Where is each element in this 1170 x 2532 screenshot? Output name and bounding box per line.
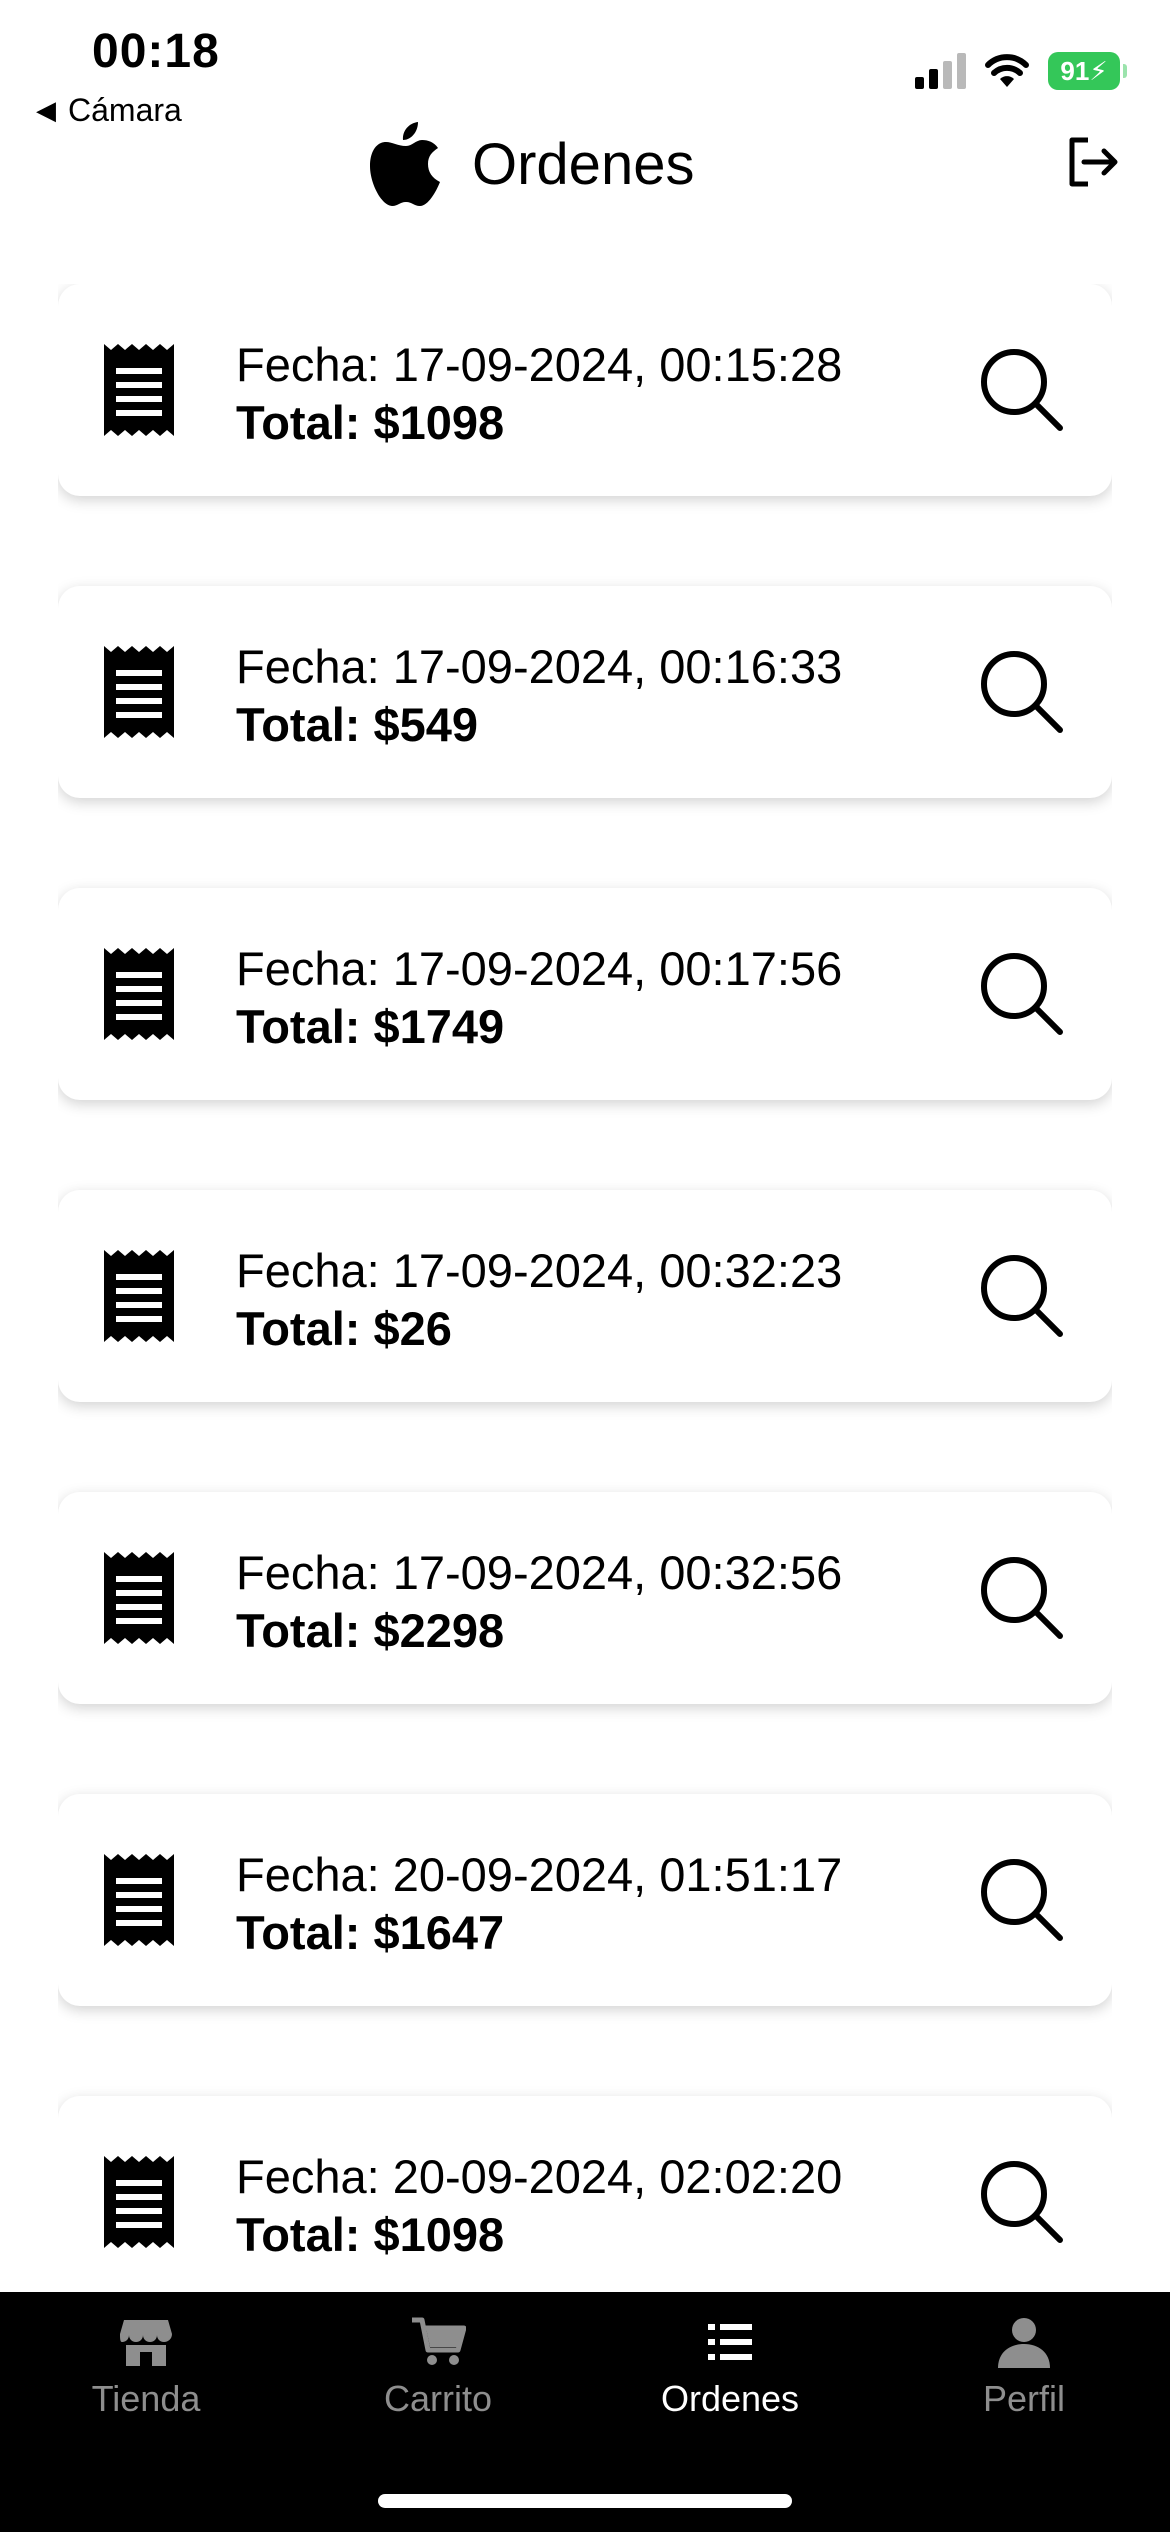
- charging-bolt-icon: ⚡: [1089, 55, 1108, 86]
- order-date: Fecha: 17-09-2024, 00:32:23: [236, 1244, 843, 1297]
- list-icon: [708, 2324, 752, 2360]
- receipt-icon: [104, 344, 174, 436]
- page-title: Ordenes: [472, 131, 695, 197]
- person-icon: [998, 2318, 1050, 2368]
- search-icon[interactable]: [978, 346, 1066, 434]
- receipt-icon: [104, 646, 174, 738]
- tab-ordenes[interactable]: Ordenes: [610, 2314, 850, 2420]
- logout-icon[interactable]: [1064, 134, 1120, 190]
- order-card[interactable]: Fecha: 17-09-2024, 00:32:23 Total: $26: [58, 1190, 1112, 1402]
- orders-list[interactable]: Fecha: 17-09-2024, 00:15:28 Total: $1098…: [58, 284, 1112, 2280]
- store-icon: [120, 2320, 172, 2366]
- receipt-icon: [104, 1250, 174, 1342]
- cellular-signal-icon: [915, 53, 966, 89]
- tab-carrito[interactable]: Carrito: [318, 2314, 558, 2420]
- search-icon[interactable]: [978, 1554, 1066, 1642]
- tab-perfil[interactable]: Perfil: [904, 2314, 1144, 2420]
- order-total: Total: $26: [236, 1302, 452, 1355]
- status-indicators: 91 ⚡: [915, 52, 1127, 90]
- order-info: Fecha: 20-09-2024, 01:51:17 Total: $1647: [236, 1846, 842, 1962]
- order-info: Fecha: 17-09-2024, 00:32:23 Total: $26: [236, 1242, 842, 1358]
- order-info: Fecha: 17-09-2024, 00:17:56 Total: $1749: [236, 940, 842, 1056]
- order-card[interactable]: Fecha: 17-09-2024, 00:16:33 Total: $549: [58, 586, 1112, 798]
- order-date: Fecha: 20-09-2024, 02:02:20: [236, 2150, 843, 2203]
- order-total: Total: $2298: [236, 1604, 505, 1657]
- search-icon[interactable]: [978, 950, 1066, 1038]
- search-icon[interactable]: [978, 1856, 1066, 1944]
- battery-icon: 91 ⚡: [1048, 52, 1127, 90]
- battery-level: 91: [1060, 55, 1090, 86]
- order-card[interactable]: Fecha: 20-09-2024, 02:02:20 Total: $1098: [58, 2096, 1112, 2280]
- receipt-icon: [104, 948, 174, 1040]
- apple-logo-icon: [370, 122, 440, 206]
- tab-label: Perfil: [982, 2378, 1066, 2419]
- search-icon[interactable]: [978, 648, 1066, 736]
- order-date: Fecha: 17-09-2024, 00:15:28: [236, 338, 843, 391]
- order-date: Fecha: 17-09-2024, 00:16:33: [236, 640, 843, 693]
- search-icon[interactable]: [978, 1252, 1066, 1340]
- search-icon[interactable]: [978, 2158, 1066, 2246]
- order-info: Fecha: 17-09-2024, 00:32:56 Total: $2298: [236, 1544, 842, 1660]
- tab-label: Tienda: [91, 2378, 201, 2419]
- order-info: Fecha: 20-09-2024, 02:02:20 Total: $1098: [236, 2148, 842, 2264]
- order-total: Total: $1647: [236, 1906, 505, 1959]
- cart-icon: [412, 2317, 466, 2365]
- header: Ordenes: [0, 110, 1170, 230]
- order-card[interactable]: Fecha: 17-09-2024, 00:17:56 Total: $1749: [58, 888, 1112, 1100]
- receipt-icon: [104, 1854, 174, 1946]
- order-info: Fecha: 17-09-2024, 00:16:33 Total: $549: [236, 638, 842, 754]
- home-indicator[interactable]: [378, 2494, 792, 2508]
- wifi-icon: [985, 54, 1029, 87]
- order-card[interactable]: Fecha: 17-09-2024, 00:15:28 Total: $1098: [58, 284, 1112, 496]
- order-date: Fecha: 20-09-2024, 01:51:17: [236, 1848, 843, 1901]
- order-card[interactable]: Fecha: 17-09-2024, 00:32:56 Total: $2298: [58, 1492, 1112, 1704]
- order-total: Total: $1749: [236, 1000, 505, 1053]
- order-total: Total: $1098: [236, 396, 505, 449]
- order-card[interactable]: Fecha: 20-09-2024, 01:51:17 Total: $1647: [58, 1794, 1112, 2006]
- order-total: Total: $1098: [236, 2208, 505, 2261]
- tab-label: Ordenes: [660, 2378, 800, 2419]
- header-title-group: Ordenes: [370, 120, 694, 208]
- order-info: Fecha: 17-09-2024, 00:15:28 Total: $1098: [236, 336, 842, 452]
- order-total: Total: $549: [236, 698, 479, 751]
- receipt-icon: [104, 1552, 174, 1644]
- tab-label: Carrito: [383, 2378, 493, 2419]
- order-date: Fecha: 17-09-2024, 00:32:56: [236, 1546, 843, 1599]
- tab-tienda[interactable]: Tienda: [26, 2314, 266, 2420]
- receipt-icon: [104, 2156, 174, 2248]
- status-time: 00:18: [92, 25, 220, 78]
- order-date: Fecha: 17-09-2024, 00:17:56: [236, 942, 843, 995]
